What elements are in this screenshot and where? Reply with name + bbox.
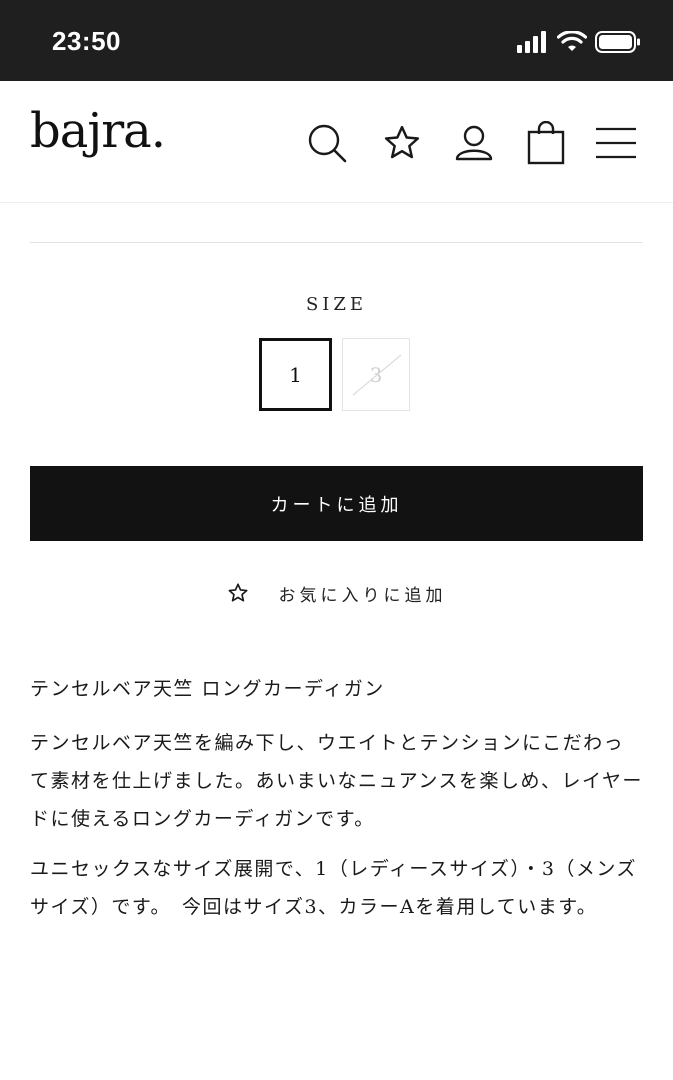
signal-icon bbox=[517, 31, 546, 53]
menu-button[interactable] bbox=[594, 121, 638, 165]
add-to-favorites-label: お気に入りに追加 bbox=[278, 585, 447, 606]
cart-button[interactable] bbox=[524, 121, 568, 165]
unavailable-strike-icon bbox=[352, 354, 402, 396]
search-button[interactable] bbox=[305, 121, 349, 165]
menu-icon bbox=[596, 127, 636, 159]
size-label: SIZE bbox=[305, 294, 368, 315]
status-icons bbox=[517, 30, 641, 54]
account-button[interactable] bbox=[452, 121, 496, 165]
wifi-icon bbox=[557, 31, 587, 51]
status-bar: 23:50 bbox=[0, 0, 673, 81]
add-to-cart-button[interactable]: カートに追加 bbox=[30, 466, 643, 541]
favorites-button[interactable] bbox=[380, 121, 424, 165]
size-option-label: 1 bbox=[289, 362, 302, 387]
bag-icon bbox=[527, 121, 565, 165]
site-header: bajra. bbox=[0, 81, 673, 203]
size-option-3[interactable]: 3 bbox=[342, 338, 410, 411]
user-icon bbox=[455, 125, 493, 161]
star-icon bbox=[384, 125, 420, 159]
section-divider bbox=[30, 242, 643, 243]
product-description: テンセルベア天竺 ロングカーディガン テンセルベア天竺を編み下し、ウエイトとテン… bbox=[30, 670, 643, 926]
size-options: 1 3 bbox=[259, 338, 410, 411]
product-title: テンセルベア天竺 ロングカーディガン bbox=[30, 678, 385, 700]
description-paragraph-2: ユニセックスなサイズ展開で、1（レディースサイズ）・3（メンズサイズ）です。 今… bbox=[30, 858, 638, 918]
status-time: 23:50 bbox=[52, 26, 121, 56]
search-icon bbox=[308, 124, 347, 163]
add-to-favorites-link[interactable]: お気に入りに追加 bbox=[0, 576, 673, 610]
header-icons bbox=[0, 121, 673, 171]
battery-icon bbox=[595, 31, 640, 53]
star-icon bbox=[227, 583, 248, 602]
size-option-1[interactable]: 1 bbox=[259, 338, 332, 411]
description-paragraph-1: テンセルベア天竺を編み下し、ウエイトとテンションにこだわって素材を仕上げました。… bbox=[30, 732, 643, 830]
